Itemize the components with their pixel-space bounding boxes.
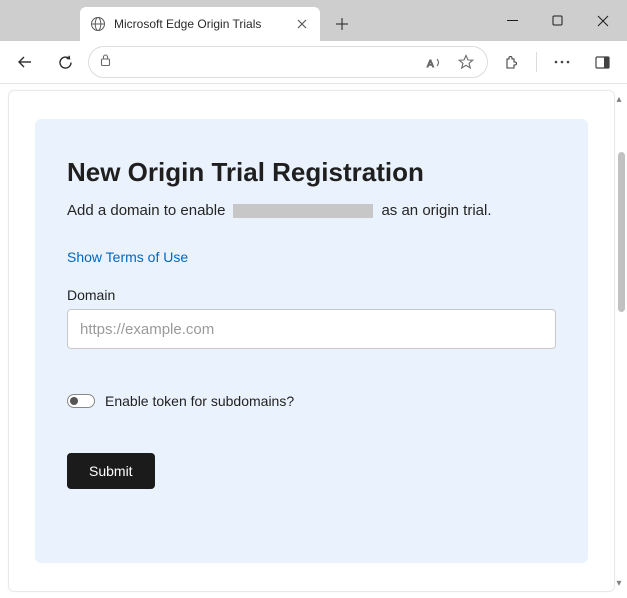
scroll-down-arrow-icon[interactable]: ▾ (614, 578, 624, 588)
redacted-feature-name (233, 204, 373, 218)
favorite-icon[interactable] (455, 51, 477, 73)
submit-button[interactable]: Submit (67, 453, 155, 489)
registration-card: New Origin Trial Registration Add a doma… (35, 119, 588, 563)
lock-icon (99, 53, 112, 72)
globe-icon (90, 16, 106, 32)
subtitle-after: as an origin trial. (381, 202, 491, 219)
subdomains-toggle[interactable] (67, 394, 95, 408)
page-subtitle: Add a domain to enable as an origin tria… (67, 202, 556, 219)
vertical-scrollbar[interactable]: ▴ ▾ (617, 94, 625, 588)
extensions-button[interactable] (494, 45, 528, 79)
domain-field-label: Domain (67, 287, 556, 303)
window-titlebar: Microsoft Edge Origin Trials (0, 0, 627, 41)
back-button[interactable] (8, 45, 42, 79)
tab-close-button[interactable] (294, 16, 310, 32)
tab-strip: Microsoft Edge Origin Trials (0, 0, 356, 41)
domain-input[interactable] (67, 309, 556, 349)
browser-toolbar: A (0, 41, 627, 84)
svg-text:A: A (427, 59, 434, 70)
toolbar-separator (536, 52, 537, 72)
address-bar[interactable]: A (88, 46, 488, 78)
read-aloud-icon[interactable]: A (423, 51, 445, 73)
terms-of-use-link[interactable]: Show Terms of Use (67, 249, 188, 265)
window-minimize-button[interactable] (490, 6, 535, 36)
scroll-thumb[interactable] (618, 152, 625, 312)
window-close-button[interactable] (580, 6, 625, 36)
settings-menu-button[interactable] (545, 45, 579, 79)
page-content-frame: New Origin Trial Registration Add a doma… (8, 90, 615, 592)
subdomains-toggle-label: Enable token for subdomains? (105, 393, 294, 409)
subtitle-before: Add a domain to enable (67, 202, 225, 219)
page-heading: New Origin Trial Registration (67, 157, 556, 188)
new-tab-button[interactable] (328, 10, 356, 38)
browser-tab-active[interactable]: Microsoft Edge Origin Trials (80, 7, 320, 41)
toggle-knob (70, 397, 78, 405)
window-controls (490, 0, 625, 41)
scroll-up-arrow-icon[interactable]: ▴ (614, 94, 624, 104)
url-input[interactable] (122, 55, 413, 70)
refresh-button[interactable] (48, 45, 82, 79)
window-maximize-button[interactable] (535, 6, 580, 36)
sidebar-toggle-button[interactable] (585, 45, 619, 79)
tab-title: Microsoft Edge Origin Trials (114, 17, 286, 31)
page-viewport: New Origin Trial Registration Add a doma… (0, 84, 627, 598)
